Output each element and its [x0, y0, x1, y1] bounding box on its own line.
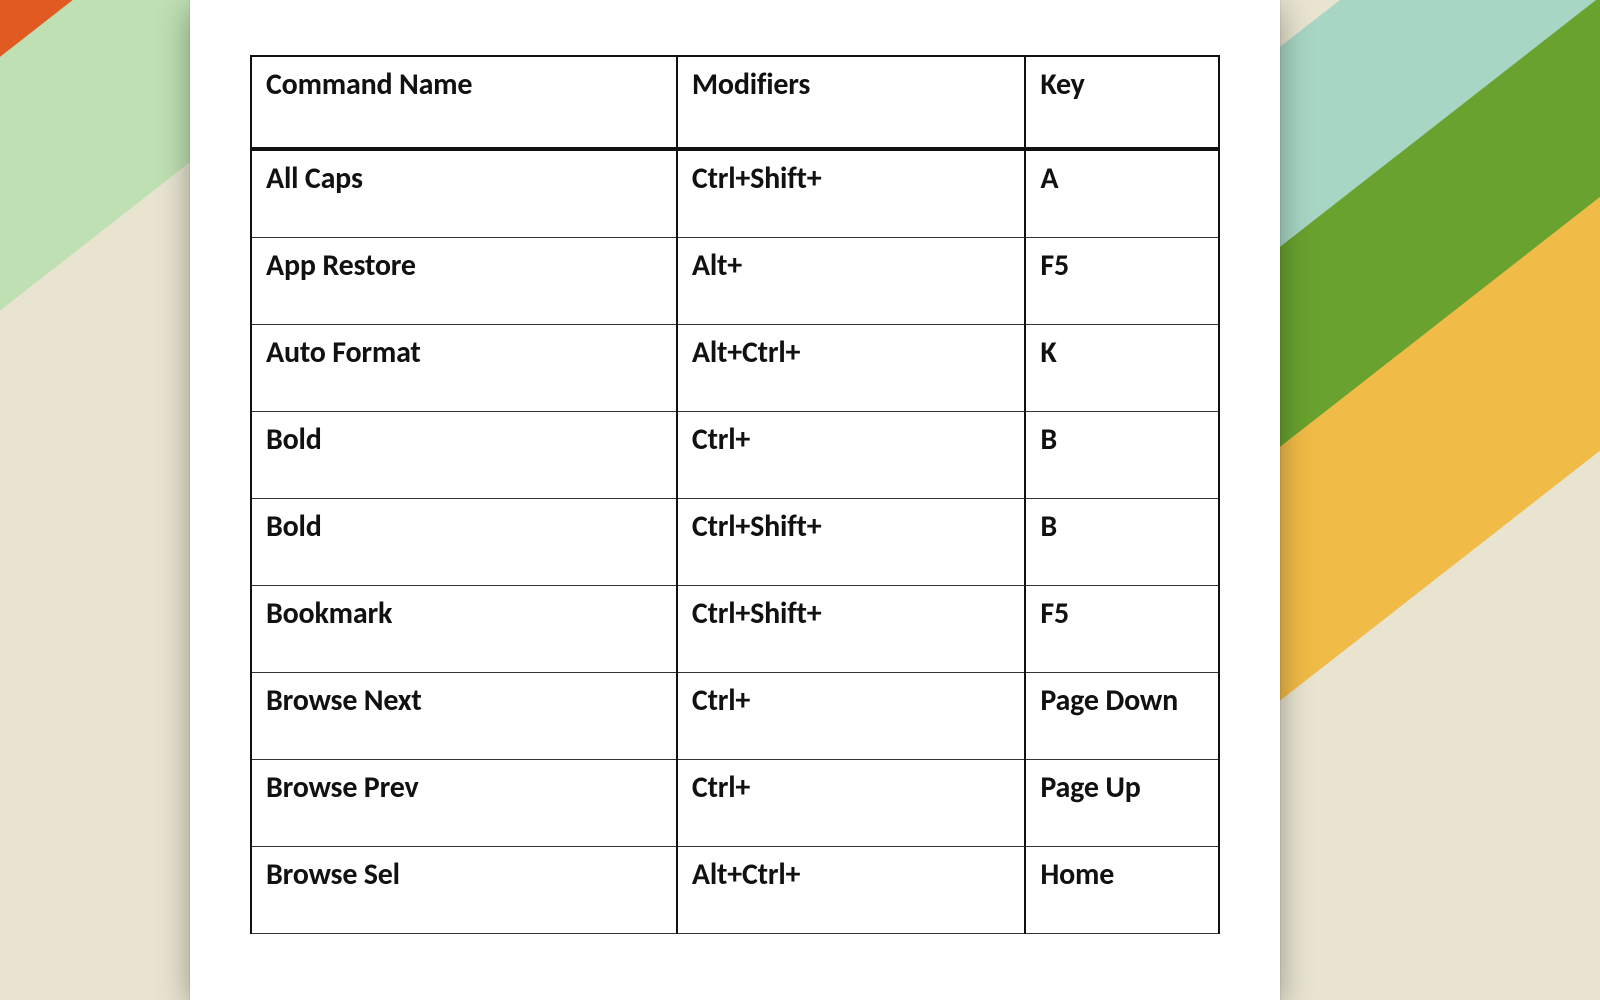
cell-key: Home	[1025, 847, 1219, 934]
shortcuts-table: Command Name Modifiers Key All Caps Ctrl…	[250, 55, 1220, 934]
cell-key: Page Down	[1025, 673, 1219, 760]
cell-modifiers: Ctrl+Shift+	[677, 586, 1025, 673]
cell-command: Browse Next	[251, 673, 677, 760]
cell-command: Auto Format	[251, 325, 677, 412]
cell-key: B	[1025, 412, 1219, 499]
table-row: Browse Sel Alt+Ctrl+ Home	[251, 847, 1219, 934]
document-page: Command Name Modifiers Key All Caps Ctrl…	[190, 0, 1280, 1000]
table-row: All Caps Ctrl+Shift+ A	[251, 149, 1219, 238]
cell-modifiers: Alt+Ctrl+	[677, 847, 1025, 934]
cell-key: F5	[1025, 586, 1219, 673]
table-row: Bold Ctrl+Shift+ B	[251, 499, 1219, 586]
cell-command: Browse Prev	[251, 760, 677, 847]
cell-modifiers: Ctrl+	[677, 673, 1025, 760]
cell-command: Bold	[251, 412, 677, 499]
cell-modifiers: Alt+	[677, 238, 1025, 325]
cell-key: K	[1025, 325, 1219, 412]
cell-key: B	[1025, 499, 1219, 586]
table-row: Bold Ctrl+ B	[251, 412, 1219, 499]
table-header-row: Command Name Modifiers Key	[251, 56, 1219, 149]
header-modifiers: Modifiers	[677, 56, 1025, 149]
cell-command: App Restore	[251, 238, 677, 325]
cell-modifiers: Ctrl+	[677, 760, 1025, 847]
table-row: Bookmark Ctrl+Shift+ F5	[251, 586, 1219, 673]
table-row: App Restore Alt+ F5	[251, 238, 1219, 325]
cell-command: Bookmark	[251, 586, 677, 673]
cell-key: A	[1025, 149, 1219, 238]
header-key: Key	[1025, 56, 1219, 149]
cell-modifiers: Alt+Ctrl+	[677, 325, 1025, 412]
table-row: Auto Format Alt+Ctrl+ K	[251, 325, 1219, 412]
cell-key: Page Up	[1025, 760, 1219, 847]
cell-command: All Caps	[251, 149, 677, 238]
table-row: Browse Next Ctrl+ Page Down	[251, 673, 1219, 760]
cell-command: Browse Sel	[251, 847, 677, 934]
cell-modifiers: Ctrl+Shift+	[677, 499, 1025, 586]
header-command: Command Name	[251, 56, 677, 149]
cell-command: Bold	[251, 499, 677, 586]
cell-modifiers: Ctrl+Shift+	[677, 149, 1025, 238]
cell-key: F5	[1025, 238, 1219, 325]
table-row: Browse Prev Ctrl+ Page Up	[251, 760, 1219, 847]
cell-modifiers: Ctrl+	[677, 412, 1025, 499]
